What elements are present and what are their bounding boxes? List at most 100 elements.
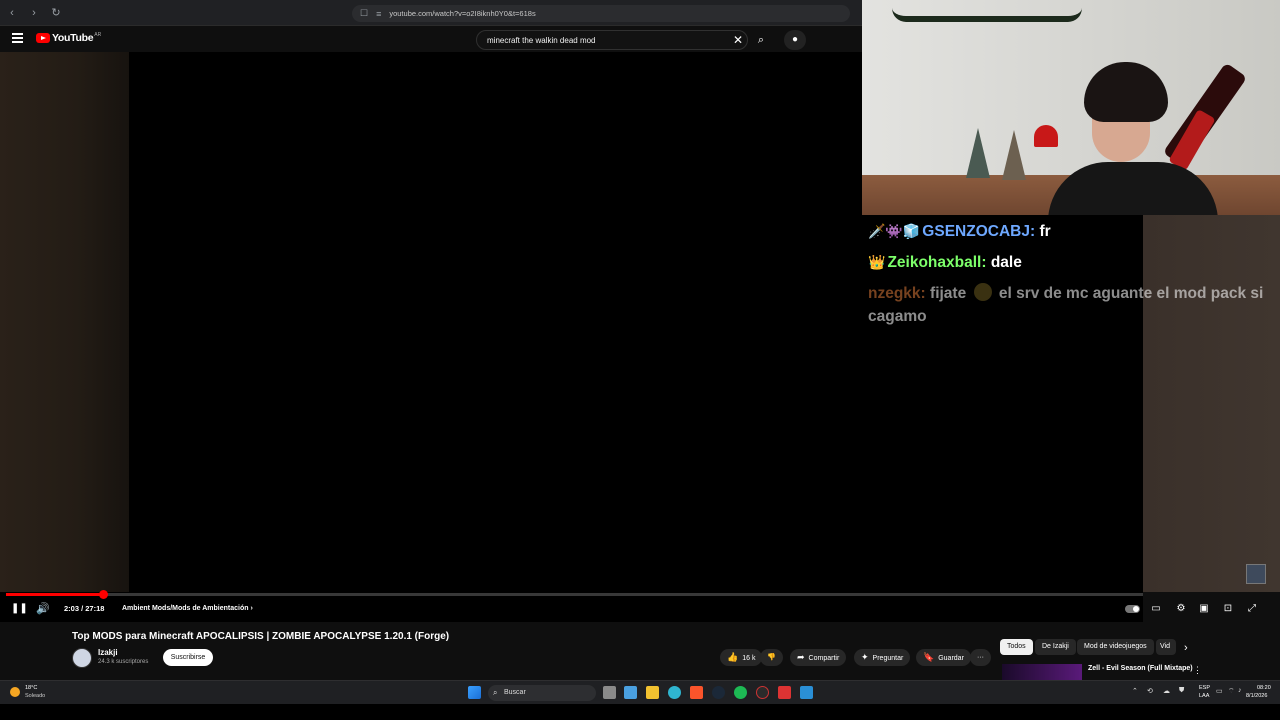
settings-gear-icon[interactable]: ⚙ (1174, 602, 1188, 616)
share-button[interactable]: ➦ Compartir (790, 649, 847, 666)
back-icon[interactable]: ‹ (6, 7, 18, 19)
sun-icon[interactable] (10, 687, 20, 697)
pause-icon[interactable]: ❚❚ (11, 600, 28, 618)
chat-text: fr (1039, 223, 1051, 240)
edge-icon[interactable] (668, 686, 681, 699)
volume-icon[interactable]: 🔊 (36, 600, 50, 618)
chevron-up-icon[interactable]: ⌃ (1132, 687, 1138, 695)
browser-toolbar: ‹ › ↻ ☐ ≡ youtube.com/watch?v=o2I8iknh0Y… (0, 0, 862, 26)
search-icon: ⌕ (493, 688, 498, 697)
thumbs-up-icon: 👍 (727, 652, 739, 662)
chevron-right-icon[interactable]: › (1184, 640, 1188, 656)
forward-icon[interactable]: › (28, 7, 40, 19)
file-explorer-icon[interactable] (646, 686, 659, 699)
player-controls: ❚❚ 🔊 2:03 / 27:18 Ambient Mods/Mods de A… (0, 600, 1280, 618)
steam-icon[interactable] (712, 686, 725, 699)
thumbs-down-icon: 👎 (767, 654, 776, 661)
obs-icon[interactable] (756, 686, 769, 699)
bookmark-icon[interactable]: ☐ (360, 8, 368, 19)
video-info: Top MODS para Minecraft APOCALIPSIS | ZO… (0, 622, 1280, 680)
chip-videos[interactable]: Vid (1156, 639, 1176, 655)
shield-icon[interactable]: ⛊ (1179, 687, 1184, 695)
search-input[interactable]: minecraft the walkin dead mod (476, 30, 748, 50)
time-display: 2:03 / 27:18 (64, 604, 105, 613)
microphone-icon[interactable]: ● (784, 30, 806, 50)
subtitles-icon[interactable]: ▭ (1149, 602, 1163, 616)
task-view-icon[interactable] (603, 686, 616, 699)
ambient-glow-left (0, 52, 129, 592)
keyboard-language[interactable]: ESP (1199, 685, 1210, 691)
streamer-hair (1084, 62, 1168, 122)
clock-time[interactable]: 08:20 (1257, 685, 1271, 691)
widgets-icon[interactable] (624, 686, 637, 699)
weather-temperature: 18°C (25, 685, 38, 691)
url-text: youtube.com/watch?v=o2I8iknh0Y0&t=618s (389, 9, 536, 18)
windows-taskbar: 18°C Soleado ⌕ Buscar ⌃ ⟲ ☁ ⛊ ESP LAA ▭ … (0, 680, 1280, 704)
youtube-logo[interactable]: YouTube AR (36, 32, 101, 44)
share-icon: ➦ (797, 652, 805, 662)
chat-badges: 🗡️👾🧊 (868, 223, 921, 239)
spotify-icon[interactable] (734, 686, 747, 699)
chapter-title[interactable]: Ambient Mods/Mods de Ambientación › (122, 600, 253, 618)
save-button[interactable]: 🔖 Guardar (916, 649, 971, 666)
clear-search-icon[interactable]: ✕ (730, 30, 746, 50)
channel-avatar[interactable] (72, 648, 92, 668)
subscribe-button[interactable]: Suscribirse (163, 649, 213, 666)
reload-icon[interactable]: ↻ (50, 7, 62, 19)
brave-icon[interactable] (690, 686, 703, 699)
speaker-icon[interactable]: ♪ (1238, 687, 1242, 694)
wifi-icon[interactable]: ⌔ (1228, 687, 1235, 696)
chip-mod-de-videojuegos[interactable]: Mod de videojuegos (1077, 639, 1154, 655)
chat-text: dale (990, 254, 1022, 271)
youtube-header: YouTube AR minecraft the walkin dead mod… (0, 26, 862, 52)
cloud-icon[interactable]: ☁ (1163, 687, 1170, 695)
christmas-tree-decoration (1002, 130, 1026, 180)
chat-badges: 👑 (868, 254, 886, 270)
more-options-icon[interactable]: ⋮ (1193, 665, 1202, 676)
progress-scrubber[interactable] (98, 590, 108, 599)
site-info-icon[interactable]: ≡ (376, 9, 381, 19)
ask-button[interactable]: ✦ Preguntar (854, 649, 911, 666)
chat-message: nzegkk: fijate el srv de mc aguante el m… (868, 282, 1280, 328)
screen: ‹ › ↻ ☐ ≡ youtube.com/watch?v=o2I8iknh0Y… (0, 0, 1280, 720)
hamburger-menu-icon[interactable] (12, 33, 23, 43)
autoplay-toggle[interactable] (1125, 605, 1140, 613)
network-app-icon[interactable]: ⟲ (1147, 687, 1153, 695)
bookmark-icon: 🔖 (923, 652, 935, 662)
recommendation-title[interactable]: Zell - Evil Season (Full Mixtape) (1088, 665, 1193, 672)
search-icon[interactable]: ⌕ (750, 30, 772, 50)
channel-name[interactable]: Izakji (98, 648, 118, 657)
stream-chat: 🗡️👾🧊 GSENZOCABJ: fr 👑 Zeikohaxball: dale n… (868, 220, 1280, 336)
progress-bar[interactable] (6, 590, 1143, 599)
christmas-garland (892, 8, 1082, 22)
youtube-play-icon (36, 33, 50, 43)
notepad-icon[interactable] (800, 686, 813, 699)
recording-app-icon[interactable] (778, 686, 791, 699)
save-label: Guardar (938, 655, 964, 662)
chat-text: el srv de mc aguante el mod pack si caga… (868, 285, 1264, 325)
recommendation-thumbnail[interactable] (1002, 664, 1082, 680)
taskbar-search-label: Buscar (504, 689, 526, 696)
video-title: Top MODS para Minecraft APOCALIPSIS | ZO… (72, 631, 450, 642)
miniplayer-icon[interactable]: ▣ (1197, 602, 1211, 616)
chip-todos[interactable]: Todos (1000, 639, 1033, 655)
coin-emote-icon (973, 283, 992, 301)
taskbar-search[interactable]: ⌕ Buscar (488, 685, 596, 701)
weather-condition: Soleado (25, 693, 46, 699)
chip-de-izakji[interactable]: De Izakji (1035, 639, 1076, 655)
more-actions-button[interactable]: ··· (970, 649, 991, 666)
chevron-right-icon: › (250, 605, 253, 612)
display-icon[interactable]: ▭ (1216, 687, 1223, 695)
cast-icon[interactable]: ⊡ (1221, 602, 1235, 616)
region-code: AR (94, 32, 102, 38)
dislike-button[interactable]: 👎 (760, 649, 783, 666)
share-label: Compartir (808, 655, 840, 662)
fullscreen-icon[interactable]: ⤢ (1245, 602, 1259, 616)
clock-date[interactable]: 8/1/2026 (1246, 693, 1267, 699)
windows-start-icon[interactable] (468, 686, 481, 699)
viewer-avatar (1246, 564, 1266, 584)
subscriber-count: 24.3 k suscriptores (98, 659, 149, 665)
address-bar[interactable]: ☐ ≡ youtube.com/watch?v=o2I8iknh0Y0&t=61… (352, 5, 850, 22)
like-button[interactable]: 👍 16 k (720, 649, 763, 666)
webcam-overlay (862, 0, 1280, 215)
